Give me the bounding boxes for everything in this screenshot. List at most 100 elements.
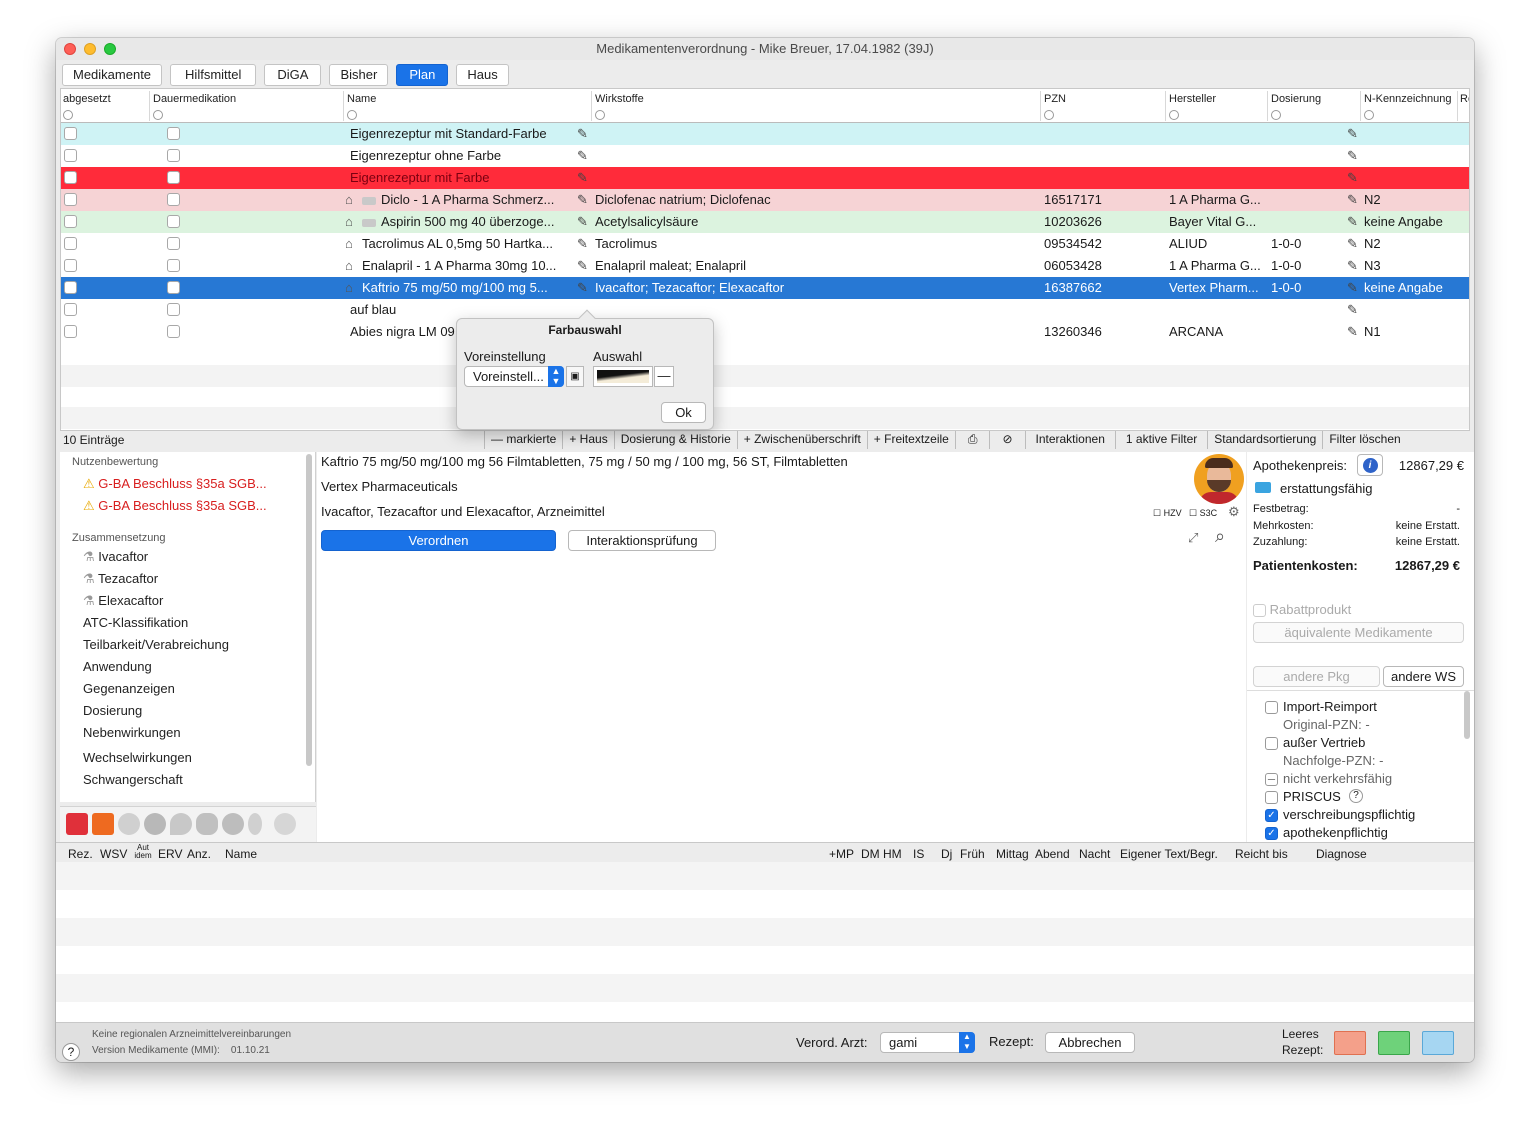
component-elexacaftor[interactable]: ⚗ Elexacaftor — [83, 593, 163, 609]
col-reicht-bis[interactable]: Reicht bis — [1235, 847, 1288, 861]
add-freetext-button[interactable]: + Freitextzeile — [866, 431, 955, 449]
pencil-icon[interactable]: ✎ — [1347, 236, 1358, 252]
table-row[interactable]: Eigenrezeptur mit Standard-Farbe ✎ ✎ — [61, 123, 1469, 145]
equivalent-drugs-button[interactable]: äquivalente Medikamente — [1253, 622, 1464, 643]
col-dj[interactable]: Dj — [941, 847, 952, 861]
col-erv[interactable]: ERV — [158, 847, 182, 861]
col-anz[interactable]: Anz. — [187, 847, 211, 861]
tablet-icon[interactable] — [196, 813, 218, 835]
active-filter-button[interactable]: 1 aktive Filter — [1114, 431, 1207, 449]
hzv-checkbox[interactable]: ☐ HZV — [1153, 508, 1182, 519]
col-name[interactable]: Name — [225, 847, 257, 861]
pencil-icon[interactable]: ✎ — [1347, 302, 1358, 318]
vertical-scrollbar[interactable] — [306, 454, 312, 766]
abgesetzt-checkbox[interactable] — [64, 127, 77, 140]
pencil-icon[interactable]: ✎ — [577, 214, 588, 230]
help-button[interactable]: ? — [62, 1043, 80, 1061]
filter-circle-icon[interactable] — [1169, 110, 1179, 120]
add-subheading-button[interactable]: + Zwischenüberschrift — [736, 431, 867, 449]
col-abgesetzt[interactable]: abgesetzt — [63, 93, 111, 120]
table-row[interactable]: ⌂ Aspirin 500 mg 40 überzoge... ✎ Acetylsal… — [61, 211, 1469, 233]
no-animal-icon[interactable] — [274, 813, 296, 835]
table-row[interactable]: ⌂ Kaftrio 75 mg/50 mg/100 mg 5... ✎ Ivacaft… — [61, 277, 1469, 299]
save-preset-button[interactable]: ▣ — [566, 366, 584, 387]
title-bar[interactable]: Medikamentenverordnung - Mike Breuer, 17… — [56, 38, 1474, 60]
cannabis-icon[interactable] — [118, 813, 140, 835]
add-haus-button[interactable]: + Haus — [562, 431, 613, 449]
col-aut-idem[interactable]: Aut idem — [132, 844, 154, 860]
filter-circle-icon[interactable] — [347, 110, 357, 120]
pencil-icon[interactable]: ✎ — [577, 280, 588, 296]
tab-haus[interactable]: Haus — [456, 64, 509, 86]
table-row[interactable]: ⌂ Enalapril - 1 A Pharma 30mg 10... ✎ Enala… — [61, 255, 1469, 277]
import-checkbox[interactable] — [1265, 701, 1278, 714]
gear-icon[interactable]: ⚙ — [1228, 504, 1240, 520]
dauermedikation-checkbox[interactable] — [167, 325, 180, 338]
col-mittag[interactable]: Mittag — [996, 847, 1029, 861]
standard-sort-button[interactable]: Standardsortierung — [1207, 431, 1322, 449]
block-icon[interactable]: ⊘ — [989, 431, 1024, 449]
abgesetzt-checkbox[interactable] — [64, 325, 77, 338]
tab-plan[interactable]: Plan — [396, 64, 449, 86]
print-icon[interactable]: ⎙ — [954, 431, 990, 449]
priscus-checkbox[interactable] — [1265, 791, 1278, 804]
nav-anwendung[interactable]: Anwendung — [83, 659, 152, 674]
col-name[interactable]: Name — [347, 93, 376, 120]
col-hm[interactable]: HM — [883, 847, 902, 861]
component-ivacaftor[interactable]: ⚗ Ivacaftor — [83, 549, 148, 565]
tab-hilfsmittel[interactable]: Hilfsmittel — [170, 64, 257, 86]
nav-teilbarkeit[interactable]: Teilbarkeit/Verabreichung — [83, 637, 229, 652]
interaction-check-button[interactable]: Interaktionsprüfung — [568, 530, 716, 551]
list-item[interactable] — [56, 890, 1474, 918]
help-icon[interactable]: ? — [1349, 789, 1363, 803]
edit-prescription-icon[interactable] — [92, 813, 114, 835]
ok-button[interactable]: Ok — [661, 402, 706, 423]
pencil-icon[interactable]: ✎ — [577, 258, 588, 274]
col-dm[interactable]: DM — [861, 847, 880, 861]
filter-circle-icon[interactable] — [1271, 110, 1281, 120]
info-button[interactable]: i — [1357, 454, 1383, 476]
col-wirkstoffe[interactable]: Wirkstoffe — [595, 93, 644, 120]
col-abend[interactable]: Abend — [1035, 847, 1070, 861]
table-row[interactable]: Eigenrezeptur ohne Farbe ✎ ✎ — [61, 145, 1469, 167]
col-re[interactable]: Re — [1460, 93, 1469, 105]
blue-prescription-icon[interactable] — [1422, 1031, 1454, 1055]
remove-marked-button[interactable]: — markierte — [484, 431, 562, 449]
col-mp[interactable]: +MP — [829, 847, 854, 861]
arzt-select[interactable]: gami ▲ ▼ — [880, 1032, 975, 1053]
pencil-icon[interactable]: ✎ — [577, 148, 588, 164]
spoon-icon[interactable] — [248, 813, 262, 835]
list-item[interactable] — [56, 974, 1474, 1002]
component-tezacaftor[interactable]: ⚗ Tezacaftor — [83, 571, 158, 587]
zoom-window-button[interactable] — [104, 43, 116, 55]
list-item[interactable] — [56, 946, 1474, 974]
abbrechen-button[interactable]: Abbrechen — [1045, 1032, 1135, 1053]
dauermedikation-checkbox[interactable] — [167, 193, 180, 206]
abgesetzt-checkbox[interactable] — [64, 303, 77, 316]
otc-icon[interactable] — [222, 813, 244, 835]
table-row[interactable]: ⌂ Tacrolimus AL 0,5mg 50 Hartka... ✎ Tacrol… — [61, 233, 1469, 255]
dauermedikation-checkbox[interactable] — [167, 303, 180, 316]
dauermedikation-checkbox[interactable] — [167, 215, 180, 228]
abgesetzt-checkbox[interactable] — [64, 237, 77, 250]
pencil-icon[interactable]: ✎ — [577, 192, 588, 208]
pencil-icon[interactable]: ✎ — [577, 236, 588, 252]
abgesetzt-checkbox[interactable] — [64, 259, 77, 272]
interactions-button[interactable]: Interaktionen — [1024, 431, 1115, 449]
nav-dosierung[interactable]: Dosierung — [83, 703, 142, 718]
remove-color-button[interactable]: — — [654, 366, 674, 387]
verordnen-button[interactable]: Verordnen — [321, 530, 556, 551]
dauermedikation-checkbox[interactable] — [167, 237, 180, 250]
table-row[interactable]: Abies nigra LM 09 13260346 ARCANA ✎ N1 — [61, 321, 1469, 343]
pencil-icon[interactable]: ✎ — [1347, 280, 1358, 296]
dauermedikation-checkbox[interactable] — [167, 281, 180, 294]
ausser-vertrieb-checkbox[interactable] — [1265, 737, 1278, 750]
abgesetzt-checkbox[interactable] — [64, 149, 77, 162]
red-prescription-icon[interactable] — [1334, 1031, 1366, 1055]
close-window-button[interactable] — [64, 43, 76, 55]
pencil-icon[interactable]: ✎ — [1347, 170, 1358, 186]
filter-circle-icon[interactable] — [63, 110, 73, 120]
table-row[interactable]: ⌂ Diclo - 1 A Pharma Schmerz... ✎ Diclofena… — [61, 189, 1469, 211]
dauermedikation-checkbox[interactable] — [167, 171, 180, 184]
list-item[interactable] — [56, 862, 1474, 890]
